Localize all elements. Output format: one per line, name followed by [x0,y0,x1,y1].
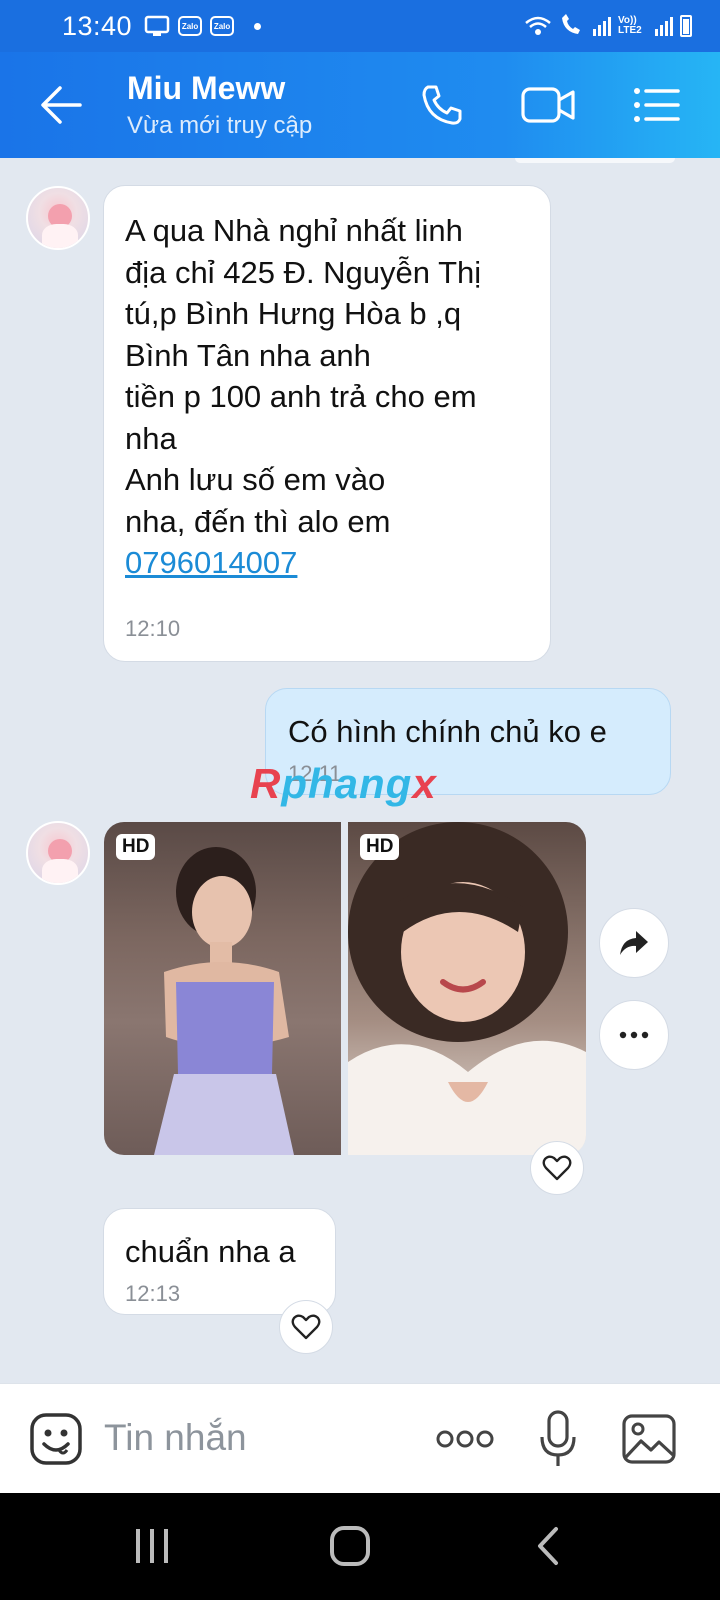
phone-number-link[interactable]: 0796014007 [125,542,540,584]
back-arrow-icon [41,86,82,124]
message-bubble[interactable]: chuẩn nha a 12:13 [103,1208,336,1315]
previous-message-edge [515,158,675,163]
more-dots-icon [619,1031,649,1039]
heart-icon [291,1314,321,1340]
chat-header: Miu Meww Vừa mới truy cập [0,52,720,158]
react-heart-button[interactable] [530,1141,584,1195]
screen-icon [144,15,170,36]
message-time: 12:13 [125,1281,181,1306]
voice-record-button[interactable] [536,1408,580,1470]
heart-icon [542,1155,572,1181]
back-icon [538,1527,558,1565]
video-call-button[interactable] [520,80,576,130]
recent-apps-icon [136,1529,168,1563]
phone-call-icon [422,85,462,125]
wifi-icon [525,16,551,35]
zalo-app-icon: Zalo [178,16,203,36]
message-text: A qua Nhà nghỉ nhất linh địa chỉ 425 Đ. … [125,213,482,539]
photo-thumbnail[interactable]: HD [104,822,341,1155]
back-button[interactable] [36,82,86,128]
signal-icon [593,17,611,36]
network-label: Vo)) LTE2 [618,15,642,36]
message-time: 12:10 [125,616,181,641]
contact-avatar[interactable] [26,821,90,885]
recent-apps-button[interactable] [122,1521,182,1571]
forward-arrow-icon [620,931,648,955]
contact-avatar[interactable] [26,186,90,250]
chat-area[interactable]: A qua Nhà nghỉ nhất linh địa chỉ 425 Đ. … [0,158,720,1383]
status-right-icons: Vo)) LTE2 [524,14,692,38]
microphone-icon [540,1410,576,1466]
status-time: 13:40 [62,10,133,41]
chat-options-button[interactable] [628,80,684,130]
photo-image [348,822,586,1155]
voice-call-button[interactable] [414,80,470,130]
message-text: chuẩn nha a [125,1234,296,1269]
contact-name[interactable]: Miu Meww [127,70,285,107]
home-icon [330,1526,370,1566]
sticker-button[interactable] [28,1411,84,1467]
more-options-icon [436,1430,494,1448]
video-call-icon [521,87,575,123]
photo-thumbnail[interactable]: HD [348,822,586,1155]
more-options-button[interactable] [434,1424,496,1454]
battery-icon [680,15,692,37]
notification-dot-icon [254,22,262,30]
forward-button[interactable] [599,908,669,978]
image-gallery-icon [622,1414,676,1464]
photo-image [154,847,294,1155]
zalo-app-icon: Zalo [210,16,235,36]
sticker-emoji-icon [30,1413,82,1465]
wifi-calling-icon [562,14,580,34]
signal-icon [655,17,673,36]
back-nav-button[interactable] [518,1521,578,1571]
message-input[interactable]: Tin nhắn [104,1417,247,1459]
react-heart-button[interactable] [279,1300,333,1354]
system-nav-bar [0,1493,720,1600]
message-bubble[interactable]: A qua Nhà nghỉ nhất linh địa chỉ 425 Đ. … [103,185,551,662]
more-actions-button[interactable] [599,1000,669,1070]
contact-status: Vừa mới truy cập [127,112,313,139]
menu-list-icon [634,88,680,122]
hd-badge: HD [360,834,400,860]
home-button[interactable] [320,1521,380,1571]
watermark: Rphangx [250,760,437,807]
status-bar: 13:40 Zalo Zalo Vo)) LTE2 [0,0,720,52]
status-left-icons: Zalo Zalo [144,15,262,37]
gallery-button[interactable] [621,1412,677,1466]
message-input-bar: Tin nhắn [0,1383,720,1493]
message-text: Có hình chính chủ ko e [288,714,607,749]
hd-badge: HD [116,834,156,860]
